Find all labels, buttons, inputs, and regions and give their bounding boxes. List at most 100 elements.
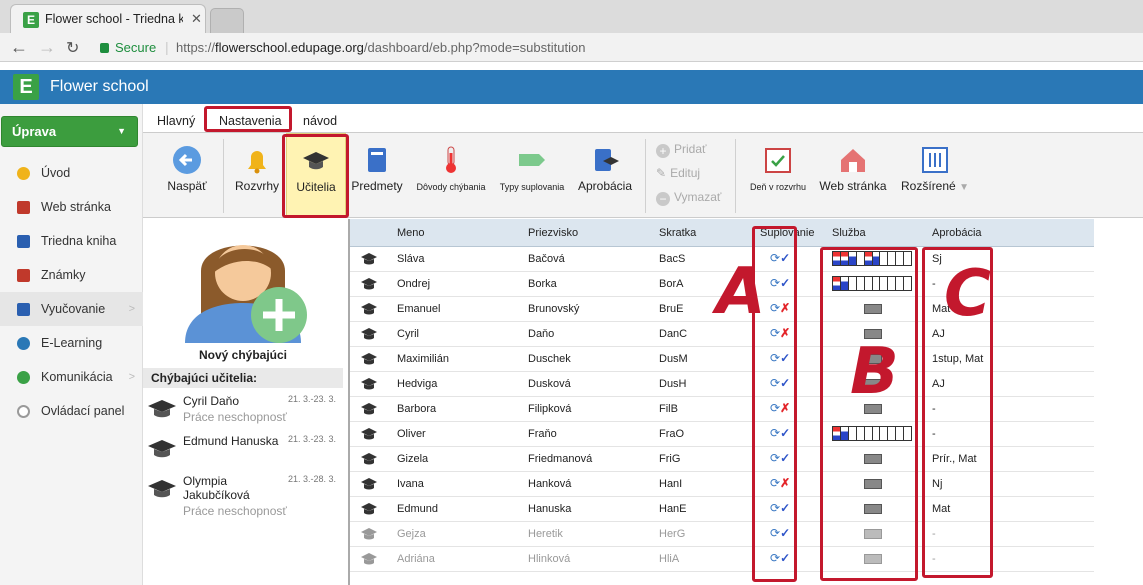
edupage-logo-icon[interactable]: E (13, 74, 39, 100)
table-row[interactable]: Edmund Hanuska HanE ⟳✓ Mat (350, 497, 1094, 522)
new-tab-button[interactable] (210, 8, 244, 33)
cell-aprobacia: AJ (932, 328, 945, 340)
ribbon-separator (645, 139, 646, 213)
ucitelia-button[interactable]: Učitelia (286, 133, 346, 217)
duty-cell (873, 427, 881, 440)
table-row[interactable]: Adriána Hlinková HliA ⟳✓ - (350, 547, 1094, 572)
den-v-rozvrhu-button[interactable]: Deň v rozvrhu (743, 133, 813, 217)
col-suplovanie[interactable]: Suplovanie (760, 227, 814, 239)
cross-icon: ✗ (780, 476, 791, 490)
table-row[interactable]: Barbora Filipková FilB ⟳✗ - (350, 397, 1094, 422)
absent-teacher-item[interactable]: Olympia Jakubčíková 21. 3.-28. 3. Práce … (143, 471, 348, 518)
duty-schedule-grid[interactable] (832, 251, 912, 266)
sidebar-item-ovladaci-panel[interactable]: Ovládací panel (0, 394, 143, 428)
minus-icon: − (656, 192, 670, 206)
tab-hlavny[interactable]: Hlavný (157, 114, 195, 128)
substitution-status[interactable]: ⟳✓ (770, 451, 790, 465)
uprava-dropdown-button[interactable]: Úprava ▼ (1, 116, 138, 147)
col-sluzba[interactable]: Služba (832, 227, 866, 239)
sidebar-item-vyucovanie[interactable]: Vyučovanie > (0, 292, 143, 326)
absent-teacher-item[interactable]: Edmund Hanuska 21. 3.-23. 3. (143, 431, 348, 475)
substitution-status[interactable]: ⟳✗ (770, 326, 790, 340)
school-name[interactable]: Flower school (50, 78, 149, 96)
cell-skratka: BacS (659, 253, 686, 265)
sidebar-item-komunikacia[interactable]: Komunikácia > (0, 360, 143, 394)
edituj-button[interactable]: ✎ Edituj (656, 166, 700, 180)
duty-schedule-mini-icon[interactable] (864, 479, 882, 489)
duty-cell (880, 427, 889, 440)
substitution-status[interactable]: ⟳✓ (770, 526, 790, 540)
duty-schedule-grid[interactable] (832, 426, 912, 441)
duty-schedule-mini-icon[interactable] (864, 504, 882, 514)
cell-skratka: HanE (659, 503, 687, 515)
table-row[interactable]: Gizela Friedmanová FriG ⟳✓ Prír., Mat (350, 447, 1094, 472)
rozsirene-button[interactable]: Rozšírené ▼ (897, 133, 973, 217)
secure-indicator[interactable]: Secure (100, 40, 156, 55)
typy-suplovania-button[interactable]: Typy suplovania (497, 133, 567, 217)
cell-skratka: DusH (659, 378, 687, 390)
substitution-status[interactable]: ⟳✓ (770, 251, 790, 265)
cell-skratka: BruE (659, 303, 684, 315)
rozvrhy-button[interactable]: Rozvrhy (231, 133, 283, 217)
sync-icon: ⟳ (770, 376, 781, 390)
duty-schedule-mini-icon[interactable] (864, 304, 882, 314)
web-stranka-button[interactable]: Web stránka (817, 133, 889, 217)
substitution-status[interactable]: ⟳✓ (770, 426, 790, 440)
new-absent-avatar-icon[interactable] (181, 223, 309, 343)
absent-teacher-item[interactable]: Cyril Daňo 21. 3.-23. 3. Práce neschopno… (143, 391, 348, 435)
substitution-status[interactable]: ⟳✗ (770, 301, 790, 315)
reload-icon[interactable]: ↻ (66, 38, 79, 58)
naspat-button[interactable]: Naspäť (159, 133, 215, 217)
sidebar-item-znamky[interactable]: Známky (0, 258, 143, 292)
duty-schedule-mini-icon[interactable] (864, 529, 882, 539)
chevron-right-icon: > (128, 371, 135, 383)
star-icon (17, 167, 30, 180)
new-absent-label[interactable]: Nový chýbajúci (143, 348, 343, 362)
substitution-status[interactable]: ⟳✗ (770, 401, 790, 415)
substitution-status[interactable]: ⟳✓ (770, 501, 790, 515)
sidebar-item-e-learning[interactable]: E-Learning (0, 326, 143, 360)
duty-schedule-mini-icon[interactable] (864, 454, 882, 464)
substitution-status[interactable]: ⟳✓ (770, 351, 790, 365)
cell-meno: Ondrej (397, 278, 431, 290)
col-aprobacia[interactable]: Aprobácia (932, 227, 982, 239)
substitution-status[interactable]: ⟳✓ (770, 376, 790, 390)
col-priezvisko[interactable]: Priezvisko (528, 227, 578, 239)
col-meno[interactable]: Meno (397, 227, 425, 239)
dovody-chybania-button[interactable]: Dôvody chýbania (411, 133, 491, 217)
pridat-button[interactable]: + Pridať (656, 142, 707, 158)
sidebar-item-triedna-kniha[interactable]: Triedna kniha (0, 224, 143, 258)
predmety-button[interactable]: Predmety (349, 133, 405, 217)
sidebar-item-uvod[interactable]: Úvod (0, 156, 143, 190)
sync-icon: ⟳ (770, 451, 781, 465)
cell-skratka: DusM (659, 353, 688, 365)
col-skratka[interactable]: Skratka (659, 227, 696, 239)
table-row[interactable]: Hedviga Dusková DusH ⟳✓ AJ (350, 372, 1094, 397)
substitution-status[interactable]: ⟳✓ (770, 551, 790, 565)
table-row[interactable]: Gejza Heretik HerG ⟳✓ - (350, 522, 1094, 547)
back-arrow-icon[interactable]: ← (10, 37, 28, 58)
table-row[interactable]: Oliver Fraňo FraO ⟳✓ - (350, 422, 1094, 447)
tab-nastavenia[interactable]: Nastavenia (219, 114, 282, 128)
browser-tab-active[interactable]: E Flower school - Triedna k ✕ (10, 4, 206, 33)
substitution-status[interactable]: ⟳✗ (770, 476, 790, 490)
table-row[interactable]: Maximilián Duschek DusM ⟳✓ 1stup, Mat (350, 347, 1094, 372)
table-row[interactable]: Ivana Hanková HanI ⟳✗ Nj (350, 472, 1094, 497)
cell-skratka: BorA (659, 278, 684, 290)
vymazat-button[interactable]: − Vymazať (656, 190, 721, 206)
duty-cell (848, 252, 857, 265)
cell-meno: Hedviga (397, 378, 438, 390)
url-field[interactable]: https://flowerschool.edupage.org/dashboa… (176, 40, 585, 55)
tab-close-icon[interactable]: ✕ (191, 11, 202, 27)
aprobacia-button[interactable]: Aprobácia (573, 133, 637, 217)
duty-schedule-grid[interactable] (832, 276, 912, 291)
duty-cell (865, 427, 873, 440)
duty-schedule-mini-icon[interactable] (864, 554, 882, 564)
cell-meno: Adriána (397, 553, 435, 565)
annotation-letter-c: C (944, 257, 991, 331)
substitution-status[interactable]: ⟳✓ (770, 276, 790, 290)
sidebar-item-web-stranka[interactable]: Web stránka (0, 190, 143, 224)
forward-arrow-icon[interactable]: → (38, 37, 56, 58)
tab-navod[interactable]: návod (303, 114, 337, 128)
cell-priezvisko: Heretik (528, 528, 563, 540)
